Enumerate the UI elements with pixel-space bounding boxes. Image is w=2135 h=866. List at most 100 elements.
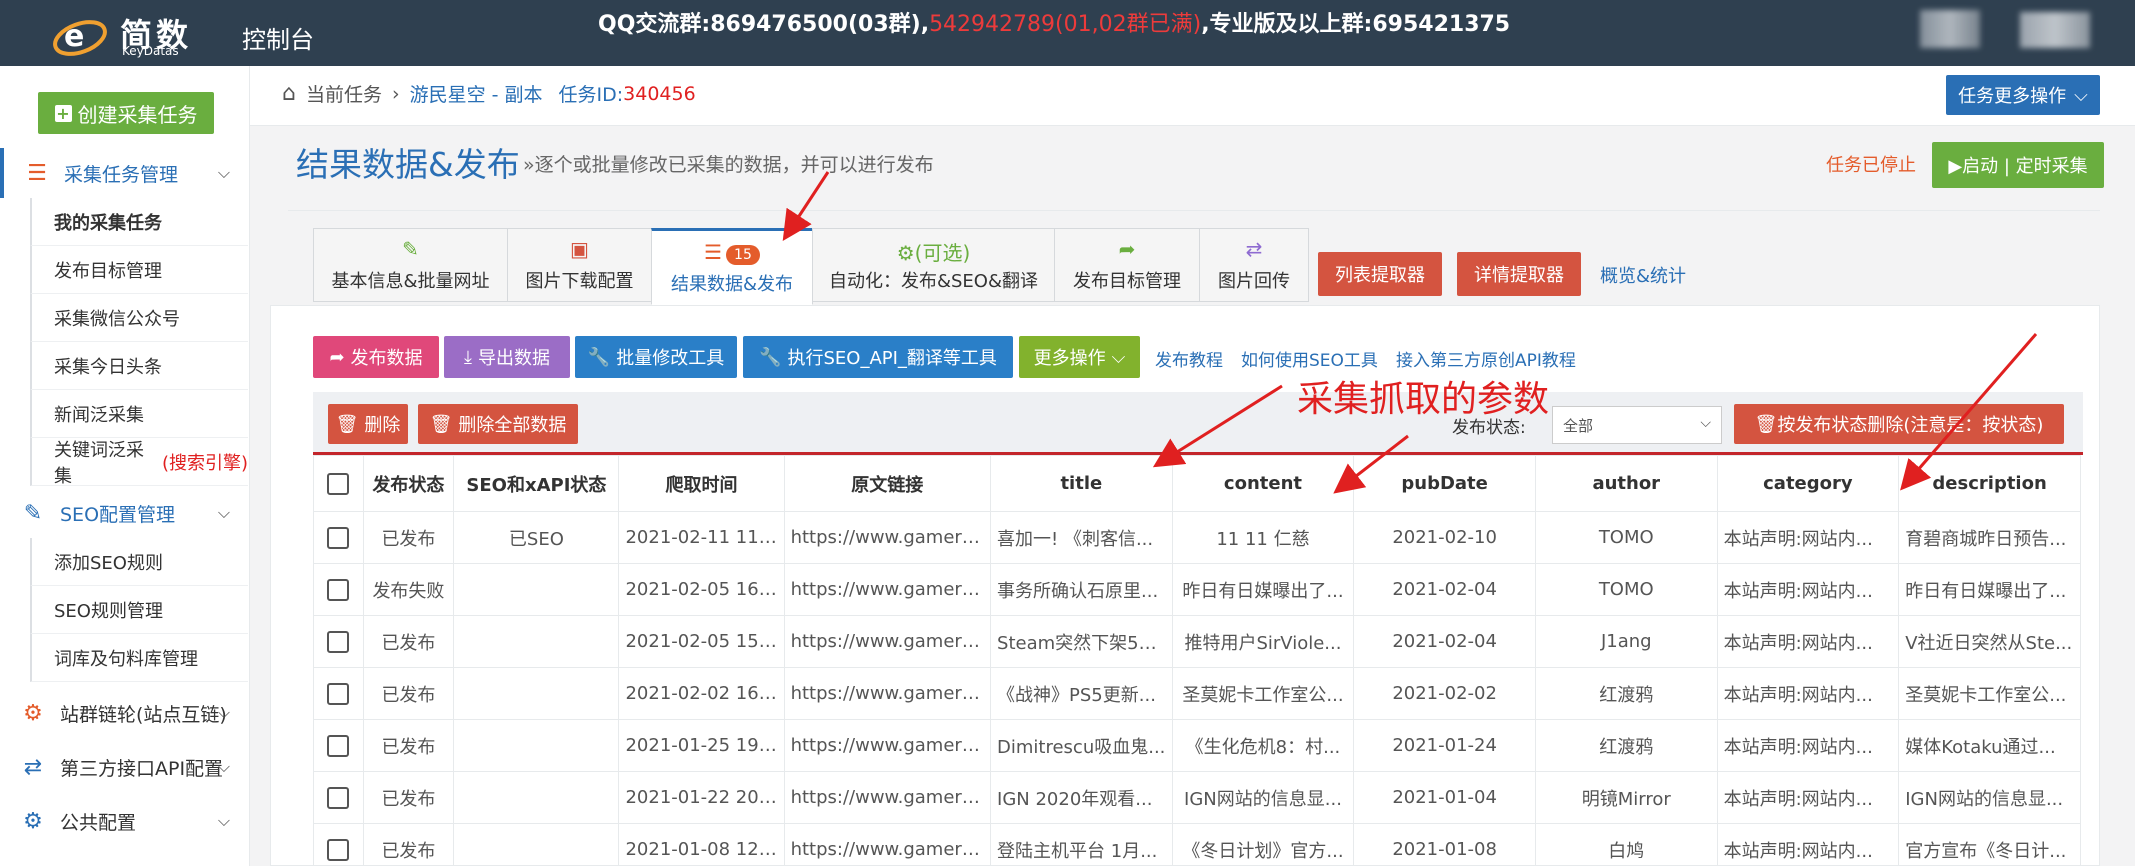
seo-api-tools-button[interactable]: 🔧 执行SEO_API_翻译等工具 xyxy=(743,336,1013,378)
keydatas-logo[interactable]: e 简数 KeyDatas xyxy=(50,6,210,60)
chevron-down-icon: ⌵ xyxy=(217,503,230,522)
column-header[interactable]: SEO和xAPI状态 xyxy=(453,455,620,512)
more-actions-label: 更多操作 xyxy=(1033,348,1106,369)
row-checkbox[interactable] xyxy=(327,630,350,653)
row-checkbox[interactable] xyxy=(327,734,350,757)
sidebar-group-site-links[interactable]: ⚙ 站群链轮(站点互链) ⌵ xyxy=(0,688,250,738)
table-cell xyxy=(453,823,620,866)
page-description: »逐个或批量修改已采集的数据，并可以进行发布 xyxy=(523,154,934,176)
table-row[interactable]: 已发布 2021-02-05 15:55:57https://www.gamers… xyxy=(313,615,2081,668)
tab-result-data[interactable]: ☰ 15 结果数据&发布 xyxy=(651,228,813,305)
table-cell: 已发布 xyxy=(362,667,455,720)
table-cell: 昨日有日媒曝出了... xyxy=(1171,563,1355,616)
row-checkbox[interactable] xyxy=(327,578,350,601)
table-cell[interactable]: https://www.gamers... xyxy=(783,563,992,616)
user-name-blurred[interactable] xyxy=(2020,12,2090,48)
row-checkbox[interactable] xyxy=(327,682,350,705)
seo-tool-howto-link[interactable]: 如何使用SEO工具 xyxy=(1241,346,1378,371)
table-cell[interactable]: https://www.gamers... xyxy=(783,823,992,866)
table-cell[interactable]: https://www.gamers... xyxy=(783,667,992,720)
column-header[interactable]: pubDate xyxy=(1353,455,1536,512)
table-row[interactable]: 已发布 2021-01-08 12:30:41https://www.gamers… xyxy=(313,823,2081,866)
table-cell: 发布失败 xyxy=(362,563,455,616)
sidebar-item-word-library[interactable]: 词库及句料库管理 xyxy=(30,634,248,682)
task-tabs: ✎ 基本信息&批量网址 ▣ 图片下载配置 ☰ 15 结果数据&发布 ⚙(可选) 自… xyxy=(313,228,1309,305)
arrow-to-tab xyxy=(782,171,830,242)
publish-data-button[interactable]: ➦ 发布数据 xyxy=(313,336,439,378)
column-header[interactable]: 原文链接 xyxy=(783,455,992,512)
sidebar-group-public-config[interactable]: ⚙ 公共配置 ⌵ xyxy=(0,796,250,846)
breadcrumb-current: 当前任务 xyxy=(305,84,382,106)
sidebar-group-label: 采集任务管理 xyxy=(64,163,179,186)
table-cell[interactable]: https://www.gamers... xyxy=(783,511,992,564)
breadcrumb-task-name[interactable]: 游民星空 - 副本 xyxy=(410,80,543,107)
result-data-table: 发布状态 SEO和xAPI状态 爬取时间 原文链接 title content … xyxy=(313,455,2081,866)
batch-edit-button[interactable]: 🔧 批量修改工具 xyxy=(575,336,737,378)
task-more-ops-button[interactable]: 任务更多操作 ⌵ xyxy=(1946,75,2100,115)
export-label: 导出数据 xyxy=(477,348,550,369)
overview-stats-link[interactable]: 概览&统计 xyxy=(1600,262,1686,288)
console-title[interactable]: 控制台 xyxy=(242,20,314,55)
column-header[interactable]: content xyxy=(1171,455,1355,512)
tab-publish-targets[interactable]: ➦ 发布目标管理 xyxy=(1054,228,1200,302)
sidebar-group-third-party-api[interactable]: ⇄ 第三方接口API配置 ⌵ xyxy=(0,742,250,792)
chevron-down-icon: ⌵ xyxy=(1111,346,1126,368)
chevron-down-icon: ⌵ xyxy=(217,811,230,830)
column-header[interactable]: 爬取时间 xyxy=(618,455,785,512)
more-actions-button[interactable]: 更多操作 ⌵ xyxy=(1019,336,1140,378)
tab-image-upload[interactable]: ⇄ 图片回传 xyxy=(1199,228,1309,302)
table-row[interactable]: 已发布已SEO2021-02-11 11:23:07https://www.ga… xyxy=(313,511,2081,564)
sidebar-item-add-seo-rule[interactable]: 添加SEO规则 xyxy=(30,538,248,586)
sidebar-item-my-tasks[interactable]: 我的采集任务 xyxy=(30,198,248,246)
sidebar-item-wechat[interactable]: 采集微信公众号 xyxy=(30,294,248,342)
table-cell: 已发布 xyxy=(362,615,455,668)
sidebar-item-seo-rules[interactable]: SEO规则管理 xyxy=(30,586,248,634)
sidebar-group-seo[interactable]: ✎ SEO配置管理 ⌵ xyxy=(0,488,250,538)
user-avatar-blurred[interactable] xyxy=(1920,10,1980,48)
table-cell: 已SEO xyxy=(453,511,620,564)
publish-status-select[interactable]: 全部 ⌵ xyxy=(1552,406,1722,444)
delete-button[interactable]: 🗑 删除 xyxy=(328,404,408,444)
column-header[interactable]: category xyxy=(1716,455,1900,512)
status-select-value: 全部 xyxy=(1563,416,1594,435)
tab-label: 图片下载配置 xyxy=(525,271,634,292)
select-all-cell xyxy=(313,455,364,512)
table-row[interactable]: 发布失败 2021-02-05 16:04:08https://www.gamer… xyxy=(313,563,2081,616)
tab-automation[interactable]: ⚙(可选) 自动化：发布&SEO&翻译 xyxy=(812,228,1055,302)
tab-image-download[interactable]: ▣ 图片下载配置 xyxy=(507,228,652,302)
detail-extractor-button[interactable]: 详情提取器 xyxy=(1457,252,1581,296)
table-cell[interactable]: https://www.gamers... xyxy=(783,719,992,772)
sidebar-item-toutiao[interactable]: 采集今日头条 xyxy=(30,342,248,390)
row-checkbox[interactable] xyxy=(327,786,350,809)
delete-by-status-button[interactable]: 🗑 按发布状态删除(注意是：按状态) xyxy=(1734,404,2064,444)
table-cell: 本站声明:网站内... xyxy=(1716,615,1900,668)
create-task-button[interactable]: + 创建采集任务 xyxy=(38,92,214,134)
row-checkbox[interactable] xyxy=(327,526,350,549)
select-all-checkbox[interactable] xyxy=(327,472,350,495)
table-row[interactable]: 已发布 2021-01-22 20:19:01https://www.gamers… xyxy=(313,771,2081,824)
column-header[interactable]: 发布状态 xyxy=(362,455,455,512)
start-schedule-button[interactable]: ▶启动 | 定时采集 xyxy=(1932,142,2104,188)
breadcrumb: ⌂ 当前任务 › 游民星空 - 副本 任务ID: 340456 xyxy=(282,80,696,107)
table-cell: 2021-02-10 xyxy=(1353,511,1536,564)
export-data-button[interactable]: ⤓ 导出数据 xyxy=(444,336,570,378)
tab-basic-info[interactable]: ✎ 基本信息&批量网址 xyxy=(313,228,508,302)
api-tutorial-link[interactable]: 接入第三方原创API教程 xyxy=(1396,346,1576,371)
sidebar-item-news[interactable]: 新闻泛采集 xyxy=(30,390,248,438)
sidebar-group-task-management[interactable]: ☰ 采集任务管理 ⌵ xyxy=(0,148,250,198)
column-header[interactable]: author xyxy=(1534,455,1718,512)
table-cell[interactable]: https://www.gamers... xyxy=(783,771,992,824)
home-icon[interactable]: ⌂ xyxy=(282,81,296,106)
table-row[interactable]: 已发布 2021-01-25 19:43:27https://www.gamers… xyxy=(313,719,2081,772)
column-header[interactable]: description xyxy=(1898,455,2081,512)
table-cell[interactable]: https://www.gamers... xyxy=(783,615,992,668)
column-header[interactable]: title xyxy=(990,455,1173,512)
row-checkbox[interactable] xyxy=(327,838,350,861)
table-cell xyxy=(453,771,620,824)
sidebar-item-keyword[interactable]: 关键词泛采集 (搜索引擎) xyxy=(30,438,248,487)
publish-tutorial-link[interactable]: 发布教程 xyxy=(1155,346,1223,371)
sidebar-item-publish-targets[interactable]: 发布目标管理 xyxy=(30,246,248,294)
delete-all-button[interactable]: 🗑 删除全部数据 xyxy=(418,404,578,444)
list-extractor-button[interactable]: 列表提取器 xyxy=(1318,252,1442,296)
table-row[interactable]: 已发布 2021-02-02 16:52:29https://www.gamers… xyxy=(313,667,2081,720)
